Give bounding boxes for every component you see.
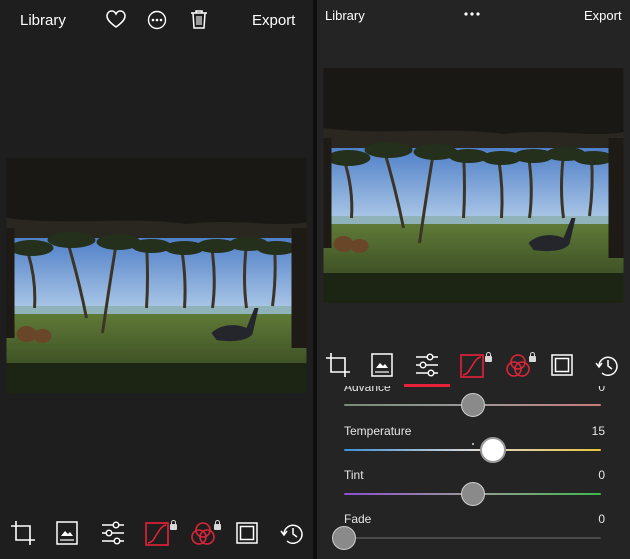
curves-icon[interactable] bbox=[145, 522, 169, 546]
adjustments-panel: Advance 0 Temperature 15 Tint 0 Fade 0 bbox=[317, 386, 630, 559]
slider-thumb[interactable] bbox=[332, 526, 356, 550]
library-button[interactable]: Library bbox=[20, 12, 66, 29]
slider-track[interactable] bbox=[344, 449, 601, 451]
left-screen: Library Export bbox=[0, 0, 313, 559]
adjust-icon[interactable] bbox=[101, 521, 125, 545]
history-icon[interactable] bbox=[595, 353, 621, 379]
more-icon[interactable] bbox=[147, 10, 167, 30]
crop-icon[interactable] bbox=[10, 520, 36, 546]
photo-preview bbox=[321, 68, 626, 303]
frame-icon[interactable] bbox=[551, 354, 573, 376]
slider-label: Temperature bbox=[344, 424, 412, 438]
lock-icon bbox=[485, 352, 492, 362]
color-icon[interactable] bbox=[190, 521, 216, 547]
lock-icon bbox=[214, 520, 221, 530]
more-icon[interactable] bbox=[463, 11, 481, 17]
filters-icon[interactable] bbox=[56, 521, 78, 545]
frame-icon[interactable] bbox=[236, 522, 258, 544]
history-icon[interactable] bbox=[280, 521, 306, 547]
slider-center-mark bbox=[472, 443, 474, 445]
slider-value: 0 bbox=[598, 386, 605, 394]
adjust-icon[interactable] bbox=[415, 353, 439, 377]
crop-icon[interactable] bbox=[325, 352, 351, 378]
library-button[interactable]: Library bbox=[325, 8, 365, 23]
slider-value: 15 bbox=[591, 424, 605, 438]
slider-thumb[interactable] bbox=[460, 482, 485, 506]
slider-label: Advance bbox=[344, 386, 391, 394]
lock-icon bbox=[529, 352, 536, 362]
color-icon[interactable] bbox=[505, 353, 531, 379]
right-top-bar: Library Export bbox=[317, 0, 630, 40]
photo-preview bbox=[4, 158, 309, 393]
export-button[interactable]: Export bbox=[252, 12, 295, 29]
slider-value: 0 bbox=[598, 468, 605, 482]
right-screen: Library Export Advance 0 Temperature 15 … bbox=[317, 0, 630, 559]
slider-track[interactable] bbox=[344, 537, 601, 539]
left-toolbar bbox=[0, 518, 313, 554]
slider-value: 0 bbox=[598, 512, 605, 526]
lock-icon bbox=[170, 520, 177, 530]
slider-label: Tint bbox=[344, 468, 364, 482]
curves-icon[interactable] bbox=[460, 354, 484, 378]
slider-label: Fade bbox=[344, 512, 372, 526]
slider-thumb[interactable] bbox=[460, 393, 485, 417]
right-toolbar bbox=[317, 346, 630, 387]
left-top-bar: Library Export bbox=[0, 0, 313, 40]
heart-icon[interactable] bbox=[106, 10, 126, 29]
slider-thumb[interactable] bbox=[480, 437, 507, 463]
export-button[interactable]: Export bbox=[584, 8, 622, 23]
filters-icon[interactable] bbox=[371, 353, 393, 377]
trash-icon[interactable] bbox=[190, 9, 208, 30]
